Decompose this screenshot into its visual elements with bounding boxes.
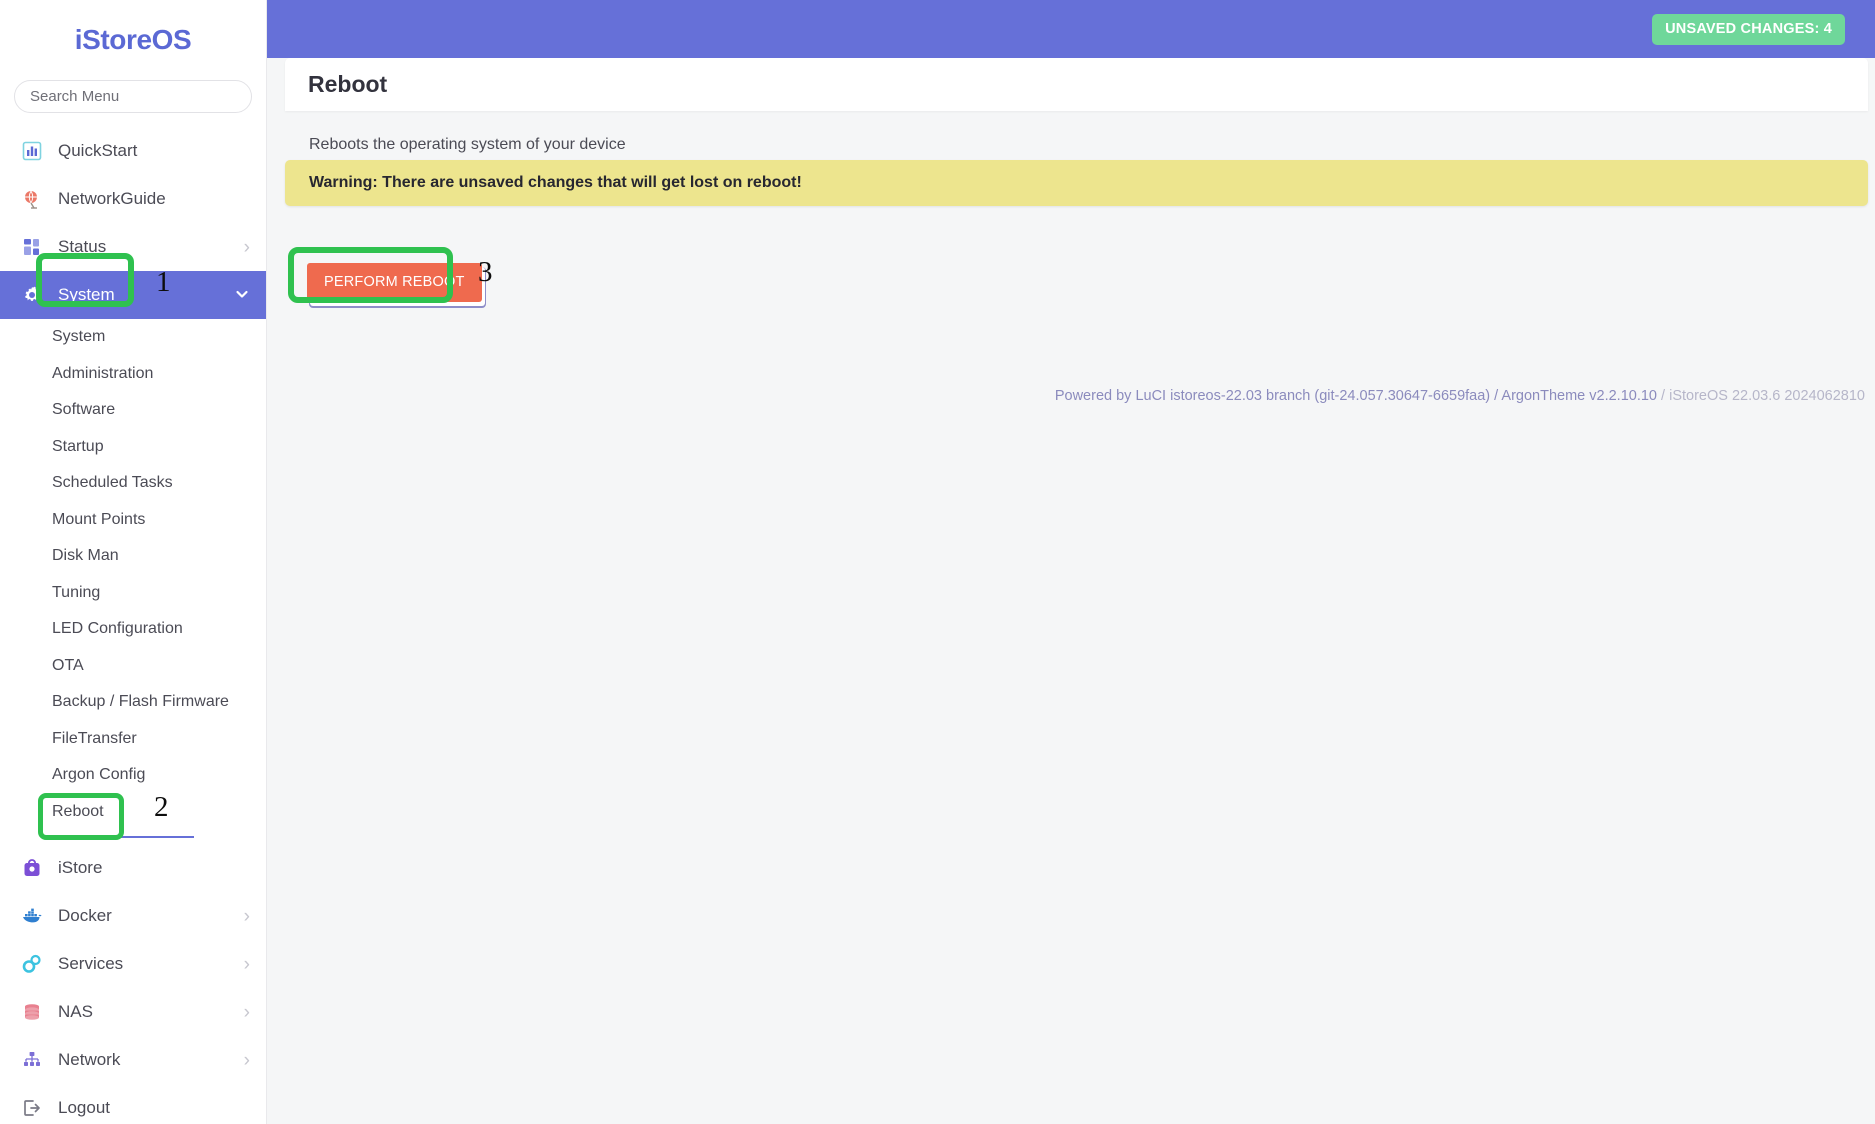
gear-icon: [20, 283, 44, 307]
annotation-step-1: 1: [156, 266, 171, 298]
submenu-label: System: [52, 328, 106, 346]
submenu-label: FileTransfer: [52, 729, 137, 747]
database-icon: [20, 1000, 44, 1024]
submenu-item-led-configuration[interactable]: LED Configuration: [0, 611, 266, 648]
page-title: Reboot: [308, 71, 388, 97]
submenu-item-reboot[interactable]: Reboot: [0, 794, 266, 831]
submenu-item-startup[interactable]: Startup: [0, 429, 266, 466]
sidebar-item-nas[interactable]: NAS ›: [0, 988, 266, 1036]
footer-powered-by: Powered by LuCI istoreos-22.03 branch (g…: [1054, 388, 1491, 404]
chevron-right-icon: ›: [243, 905, 250, 927]
sidebar-item-label: Services: [58, 954, 124, 973]
sidebar-item-label: QuickStart: [58, 141, 138, 160]
sidebar-item-label: NAS: [58, 1002, 93, 1021]
submenu-item-tuning[interactable]: Tuning: [0, 575, 266, 612]
warning-banner: Warning: There are unsaved changes that …: [285, 160, 1868, 206]
logout-icon: [20, 1096, 44, 1120]
submenu-item-mount-points[interactable]: Mount Points: [0, 502, 266, 539]
gears-icon: [20, 952, 44, 976]
unsaved-changes-badge[interactable]: UNSAVED CHANGES: 4: [1652, 14, 1845, 45]
submenu-label: Tuning: [52, 583, 101, 601]
sidebar-item-status[interactable]: Status ›: [0, 223, 266, 271]
chevron-down-icon: [234, 286, 250, 305]
sidebar-item-label: Status: [58, 237, 107, 256]
page-header-card: Reboot: [285, 58, 1868, 111]
chevron-right-icon: ›: [243, 236, 250, 258]
page-description: Reboots the operating system of your dev…: [309, 136, 626, 153]
docker-whale-icon: [20, 904, 44, 928]
warning-text: Warning: There are unsaved changes that …: [309, 174, 802, 191]
sidebar-item-label: iStore: [58, 858, 103, 877]
app-root: iStoreOS QuickStart: [0, 0, 1875, 1124]
globe-icon: [20, 187, 44, 211]
footer-credits: Powered by LuCI istoreos-22.03 branch (g…: [1055, 388, 1865, 404]
submenu-item-backup-flash-firmware[interactable]: Backup / Flash Firmware: [0, 684, 266, 721]
sidebar-item-label: Network: [58, 1050, 121, 1069]
top-bar: UNSAVED CHANGES: 4: [267, 0, 1875, 58]
brand-logo[interactable]: iStoreOS: [0, 0, 266, 80]
system-submenu: System Administration Software Startup S…: [0, 319, 266, 844]
chevron-right-icon: ›: [243, 1001, 250, 1023]
submenu-item-disk-man[interactable]: Disk Man: [0, 538, 266, 575]
submenu-label: Administration: [52, 364, 154, 382]
sidebar: iStoreOS QuickStart: [0, 0, 267, 1124]
sidebar-item-istore[interactable]: iStore: [0, 844, 266, 892]
submenu-item-ota[interactable]: OTA: [0, 648, 266, 685]
footer-theme-link[interactable]: ArgonTheme v2.2.10.10: [1501, 388, 1657, 404]
grid-squares-icon: [20, 235, 44, 259]
footer-sep-2: /: [1657, 388, 1670, 404]
sidebar-item-docker[interactable]: Docker ›: [0, 892, 266, 940]
submenu-item-software[interactable]: Software: [0, 392, 266, 429]
footer-version: iStoreOS 22.03.6 2024062810: [1669, 388, 1865, 404]
submenu-label: Disk Man: [52, 547, 119, 565]
chevron-right-icon: ›: [243, 1049, 250, 1071]
chevron-right-icon: ›: [243, 953, 250, 975]
submenu-label: Backup / Flash Firmware: [52, 693, 229, 711]
search-container: [0, 80, 266, 123]
submenu-item-filetransfer[interactable]: FileTransfer: [0, 721, 266, 758]
sidebar-item-logout[interactable]: Logout: [0, 1084, 266, 1124]
sidebar-item-services[interactable]: Services ›: [0, 940, 266, 988]
chart-bar-icon: [20, 139, 44, 163]
sidebar-item-system[interactable]: System: [0, 271, 266, 319]
annotation-step-3: 3: [478, 256, 493, 288]
sidebar-item-networkguide[interactable]: NetworkGuide: [0, 175, 266, 223]
submenu-label: Mount Points: [52, 510, 146, 528]
submenu-item-argon-config[interactable]: Argon Config: [0, 757, 266, 794]
sidebar-item-label: Logout: [58, 1098, 110, 1117]
annotation-step-2: 2: [154, 791, 169, 823]
main-content: Reboot Reboots the operating system of y…: [285, 58, 1875, 1124]
sidebar-item-label: System: [58, 285, 115, 304]
perform-reboot-button[interactable]: PERFORM REBOOT: [307, 263, 482, 302]
submenu-label: Software: [52, 401, 116, 419]
sidebar-item-quickstart[interactable]: QuickStart: [0, 127, 266, 175]
submenu-label: OTA: [52, 656, 84, 674]
submenu-item-system[interactable]: System: [0, 319, 266, 356]
page-scrollbar[interactable]: [1870, 0, 1875, 1124]
submenu-label: LED Configuration: [52, 620, 183, 638]
footer-sep-1: /: [1490, 388, 1502, 404]
search-input[interactable]: [14, 80, 252, 113]
brand-name: iStoreOS: [74, 24, 192, 55]
sidebar-item-label: NetworkGuide: [58, 189, 166, 208]
sidebar-item-label: Docker: [58, 906, 112, 925]
submenu-label: Startup: [52, 437, 104, 455]
submenu-label: Scheduled Tasks: [52, 474, 173, 492]
shopping-bag-icon: [20, 856, 44, 880]
submenu-label: Reboot: [52, 802, 104, 820]
submenu-divider: [52, 836, 194, 838]
sidebar-nav: QuickStart NetworkGuide Status › System …: [0, 123, 266, 1124]
submenu-label: Argon Config: [52, 766, 146, 784]
sitemap-icon: [20, 1048, 44, 1072]
sidebar-item-network[interactable]: Network ›: [0, 1036, 266, 1084]
submenu-item-administration[interactable]: Administration: [0, 356, 266, 393]
submenu-item-scheduled-tasks[interactable]: Scheduled Tasks: [0, 465, 266, 502]
